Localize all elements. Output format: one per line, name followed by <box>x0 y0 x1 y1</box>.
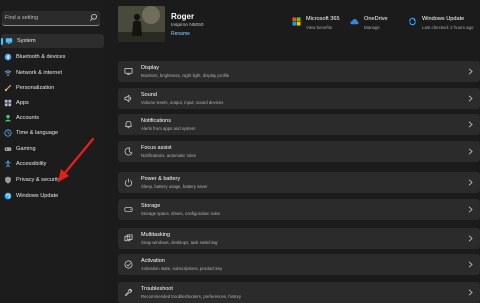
sidebar-item-label: Windows Update <box>16 193 59 199</box>
card-multitasking[interactable]: Multitasking Snap windows, desktops, tas… <box>118 228 480 249</box>
chevron-right-icon <box>468 261 473 268</box>
sidebar-item-label: Personalization <box>16 85 55 91</box>
windows-update-link[interactable]: Windows Update Last checked: 2 hours ago <box>408 16 480 36</box>
onedrive-link[interactable]: OneDrive Manage <box>350 16 405 36</box>
sidebar-item-label: Time & language <box>16 130 59 136</box>
sidebar-item-system[interactable]: System <box>1 34 104 48</box>
microsoft-365-link[interactable]: Microsoft 365 View benefits <box>292 16 352 36</box>
bluetooth-icon <box>4 53 12 61</box>
sidebar-item-label: Network & internet <box>16 70 63 76</box>
quick-link-subtitle: Last checked: 2 hours ago <box>422 25 474 30</box>
quick-link-title: Microsoft 365 <box>306 16 340 22</box>
sidebar-item-bluetooth[interactable]: Bluetooth & devices <box>0 50 105 64</box>
activation-icon <box>124 260 133 269</box>
quick-link-subtitle: Manage <box>364 25 380 30</box>
power-icon <box>124 178 133 187</box>
controller-icon <box>4 145 12 153</box>
sidebar-item-label: Gaming <box>16 146 36 152</box>
card-focus-assist[interactable]: Focus assist Notifications, automatic ru… <box>118 141 480 162</box>
sidebar-item-accounts[interactable]: Accounts <box>0 111 105 125</box>
sidebar: System Bluetooth & devices Network & int… <box>0 0 105 300</box>
chevron-right-icon <box>468 148 473 155</box>
accessibility-icon <box>4 160 12 168</box>
search-box[interactable] <box>2 11 100 26</box>
rename-link[interactable]: Rename <box>171 31 190 37</box>
card-title: Display <box>141 65 160 71</box>
sidebar-item-apps[interactable]: Apps <box>0 96 105 110</box>
card-power-battery[interactable]: Power & battery Sleep, battery usage, ba… <box>118 172 480 193</box>
card-subtitle: Activation state, subscriptions, product… <box>141 265 223 271</box>
card-subtitle: Alerts from apps and system <box>141 125 196 131</box>
card-activation[interactable]: Activation Activation state, subscriptio… <box>118 254 480 275</box>
bell-icon <box>124 120 133 129</box>
monitor-icon <box>124 67 133 76</box>
card-title: Focus assist <box>141 145 172 151</box>
chevron-right-icon <box>468 179 473 186</box>
sidebar-item-windows-update[interactable]: Windows Update <box>0 189 105 203</box>
speaker-icon <box>124 94 133 103</box>
card-subtitle: Storage space, drives, configuration rul… <box>141 210 221 216</box>
card-title: Troubleshoot <box>141 286 173 292</box>
cloud-icon <box>350 17 359 26</box>
user-name: Roger <box>171 12 195 21</box>
apps-icon <box>4 99 12 107</box>
search-icon[interactable] <box>89 13 98 22</box>
card-display[interactable]: Display Monitors, brightness, night ligh… <box>118 61 480 82</box>
quick-link-title: Windows Update <box>422 16 465 22</box>
card-title: Storage <box>141 203 161 209</box>
sidebar-item-privacy-security[interactable]: Privacy & security <box>0 173 105 187</box>
multitasking-icon <box>124 234 133 243</box>
card-storage[interactable]: Storage Storage space, drives, configura… <box>118 199 480 220</box>
update-icon <box>4 192 12 200</box>
wrench-icon <box>124 288 133 297</box>
moon-icon <box>124 147 133 156</box>
wifi-icon <box>4 69 12 77</box>
avatar[interactable] <box>118 6 165 42</box>
shield-icon <box>4 176 12 184</box>
sidebar-item-label: Accounts <box>16 115 40 121</box>
card-subtitle: Volume levels, output, input, sound devi… <box>141 99 224 105</box>
card-subtitle: Notifications, automatic rules <box>141 152 196 158</box>
chevron-right-icon <box>468 289 473 296</box>
sidebar-item-accessibility[interactable]: Accessibility <box>0 157 105 171</box>
monitor-icon <box>5 37 13 45</box>
card-subtitle: Sleep, battery usage, battery saver <box>141 183 208 189</box>
quick-link-title: OneDrive <box>364 16 388 22</box>
storage-icon <box>124 205 133 214</box>
globe-clock-icon <box>4 129 12 137</box>
search-input[interactable] <box>5 11 85 24</box>
sidebar-item-network[interactable]: Network & internet <box>0 66 105 80</box>
sidebar-item-label: Bluetooth & devices <box>16 54 66 60</box>
card-subtitle: Snap windows, desktops, task switching <box>141 239 218 245</box>
chevron-right-icon <box>468 235 473 242</box>
sidebar-item-time-language[interactable]: Time & language <box>0 126 105 140</box>
card-title: Sound <box>141 92 157 98</box>
card-title: Activation <box>141 258 165 264</box>
brush-icon <box>4 84 12 92</box>
card-title: Notifications <box>141 118 171 124</box>
card-title: Power & battery <box>141 176 181 182</box>
sidebar-item-label: System <box>17 38 36 44</box>
sidebar-item-personalization[interactable]: Personalization <box>0 81 105 95</box>
microsoft-365-icon <box>292 17 301 26</box>
card-sound[interactable]: Sound Volume levels, output, input, soun… <box>118 88 480 109</box>
chevron-right-icon <box>468 121 473 128</box>
device-name: Inspiron N5050 <box>171 23 204 28</box>
chevron-right-icon <box>468 95 473 102</box>
card-title: Multitasking <box>141 232 171 238</box>
sidebar-item-label: Apps <box>16 100 29 106</box>
chevron-right-icon <box>468 68 473 75</box>
card-notifications[interactable]: Notifications Alerts from apps and syste… <box>118 114 480 135</box>
card-subtitle: Monitors, brightness, night light, displ… <box>141 72 230 78</box>
sidebar-item-gaming[interactable]: Gaming <box>0 142 105 156</box>
quick-link-subtitle: View benefits <box>306 25 333 30</box>
card-subtitle: Recommended troubleshooters, preferences… <box>141 293 242 299</box>
sidebar-item-label: Privacy & security <box>16 177 61 183</box>
chevron-right-icon <box>468 206 473 213</box>
sidebar-item-label: Accessibility <box>16 161 47 167</box>
person-icon <box>4 114 12 122</box>
update-icon <box>408 17 417 26</box>
